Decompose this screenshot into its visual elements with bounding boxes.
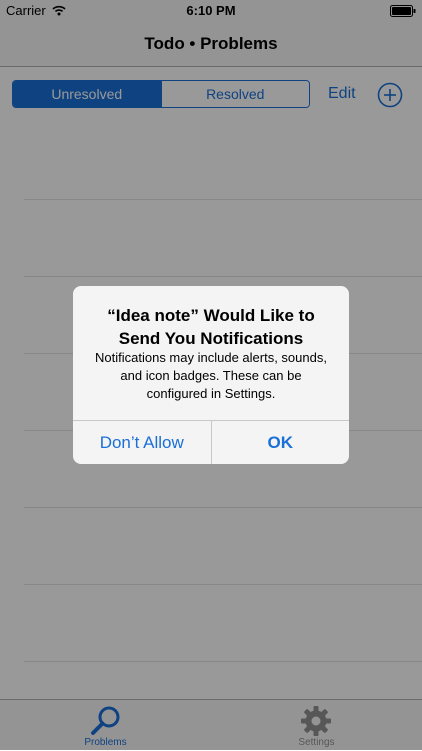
dont-allow-button[interactable]: Don’t Allow [73, 421, 211, 464]
notification-permission-alert: “Idea note” Would Like to Send You Notif… [73, 286, 349, 464]
alert-message: Notifications may include alerts, sounds… [95, 350, 327, 401]
ok-button[interactable]: OK [210, 421, 350, 464]
alert-title: “Idea note” Would Like to Send You Notif… [107, 306, 315, 348]
alert-button-row: Don’t Allow OK [73, 420, 349, 464]
